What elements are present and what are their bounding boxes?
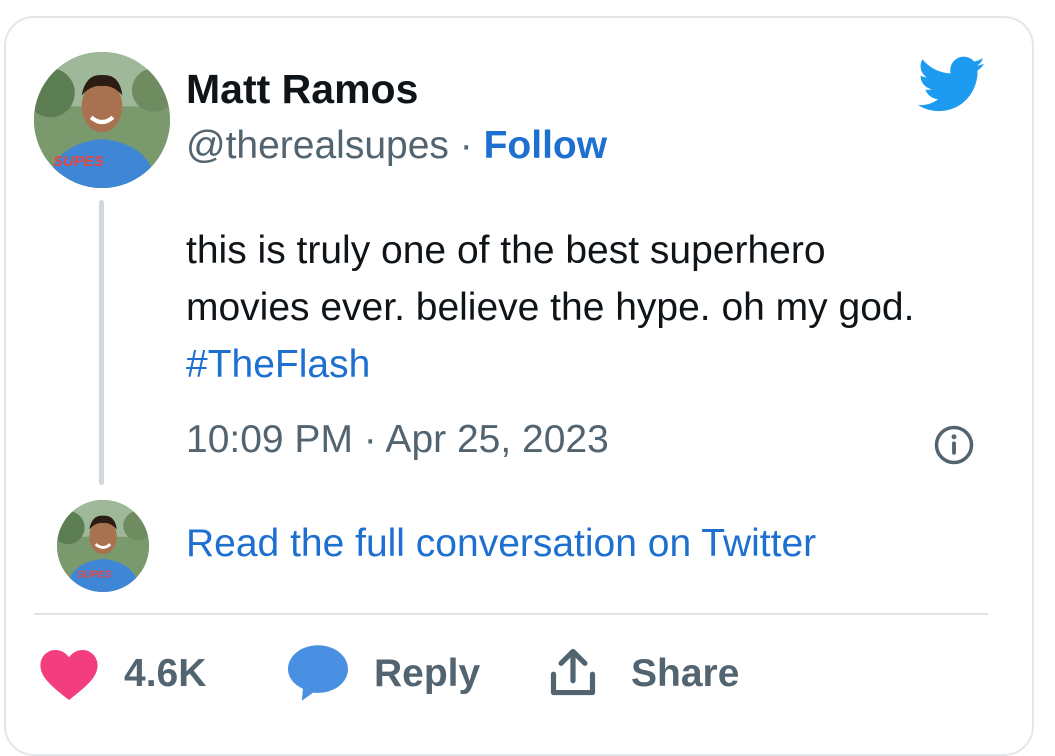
read-conversation-link[interactable]: Read the full conversation on Twitter <box>186 522 816 566</box>
speech-bubble-icon[interactable] <box>288 645 348 701</box>
like-count[interactable]: 4.6K <box>124 652 206 696</box>
svg-text:SUPES: SUPES <box>77 569 112 580</box>
author-handle[interactable]: @therealsupes <box>186 124 449 167</box>
follow-button[interactable]: Follow <box>484 124 607 167</box>
twitter-bird-icon[interactable] <box>918 56 986 114</box>
hashtag-link[interactable]: #TheFlash <box>186 343 370 386</box>
share-button[interactable]: Share <box>631 652 739 696</box>
handle-separator: · <box>459 124 473 167</box>
avatar-photo-small: SUPES <box>57 500 149 592</box>
reply-button[interactable]: Reply <box>374 652 480 696</box>
author-avatar[interactable]: SUPES <box>34 52 170 188</box>
tweet-timestamp[interactable]: 10:09 PM · Apr 25, 2023 <box>186 418 609 462</box>
author-name[interactable]: Matt Ramos <box>186 66 418 113</box>
upload-icon[interactable] <box>547 646 599 698</box>
tweet-body: this is truly one of the best superhero … <box>186 229 915 329</box>
info-icon[interactable] <box>933 424 975 466</box>
heart-icon[interactable] <box>40 650 98 700</box>
avatar-photo: SUPES <box>34 52 170 188</box>
svg-text:SUPES: SUPES <box>53 153 104 170</box>
divider <box>34 613 988 615</box>
tweet-text: this is truly one of the best superhero … <box>186 222 946 393</box>
conversation-avatar[interactable]: SUPES <box>57 500 149 592</box>
thread-line <box>99 200 104 485</box>
author-handle-row: @therealsupes · Follow <box>186 124 607 168</box>
